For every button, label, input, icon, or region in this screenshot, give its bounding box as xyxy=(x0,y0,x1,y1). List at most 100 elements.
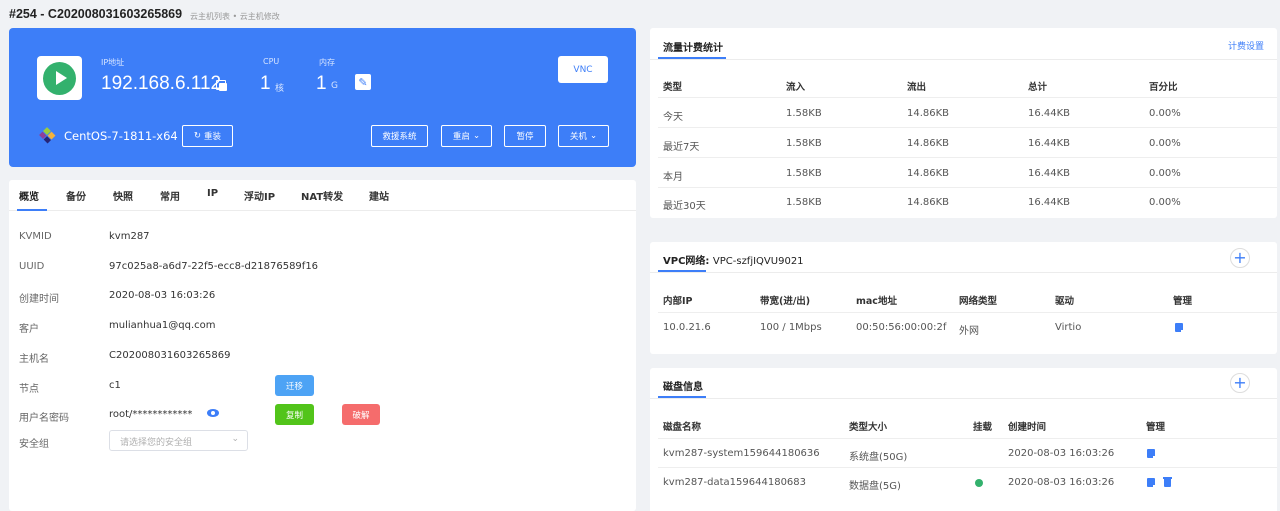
divider xyxy=(650,398,1277,399)
restart-button[interactable]: 重启 ⌄ xyxy=(441,125,492,147)
traffic-cell: 14.86KB xyxy=(907,138,950,149)
mem-value: 1 xyxy=(316,73,327,94)
disk-col-name: 磁盘名称 xyxy=(663,422,702,433)
divider xyxy=(658,467,1277,468)
traffic-cell: 14.86KB xyxy=(907,168,950,179)
uuid-label: UUID xyxy=(19,261,45,272)
divider xyxy=(658,157,1277,158)
migrate-button[interactable]: 迁移 xyxy=(275,375,314,396)
trash-icon[interactable] xyxy=(1163,477,1172,487)
disk-panel: 磁盘信息 + 磁盘名称 类型大小 挂载 创建时间 管理 kvm287-syste… xyxy=(650,368,1277,511)
traffic-cell: 0.00% xyxy=(1149,197,1181,208)
security-group-select[interactable]: 请选择您的安全组 ⌄ xyxy=(109,430,248,451)
breadcrumb[interactable]: 云主机列表 • 云主机修改 xyxy=(190,11,280,22)
traffic-cell: 1.58KB xyxy=(786,108,822,119)
traffic-cell: 0.00% xyxy=(1149,138,1181,149)
traffic-cell: 0.00% xyxy=(1149,108,1181,119)
copy-icon[interactable] xyxy=(216,80,227,91)
tab-overview[interactable]: 概览 xyxy=(19,188,39,203)
kvmid-label: KVMID xyxy=(19,231,52,242)
tab-backup[interactable]: 备份 xyxy=(66,188,86,203)
vpc-col-bandwidth: 带宽(进/出) xyxy=(760,296,811,307)
shutdown-button[interactable]: 关机 ⌄ xyxy=(558,125,609,147)
edit-config-button[interactable]: ✎ xyxy=(355,74,371,90)
centos-logo-icon xyxy=(39,127,56,144)
ip-address: 192.168.6.112 xyxy=(101,73,222,94)
traffic-col-type: 类型 xyxy=(663,82,683,93)
vpc-col-ip: 内部IP xyxy=(663,296,693,307)
edit-icon[interactable] xyxy=(1147,449,1156,459)
play-icon xyxy=(43,61,76,95)
traffic-col-total: 总计 xyxy=(1028,82,1048,93)
hostname-value: C202008031603265869 xyxy=(109,350,231,361)
disk-cell: kvm287-system159644180636 xyxy=(663,448,820,459)
tab-snapshot[interactable]: 快照 xyxy=(113,188,133,203)
traffic-cell: 16.44KB xyxy=(1028,108,1071,119)
crack-button[interactable]: 破解 xyxy=(342,404,380,425)
disk-col-mount: 挂载 xyxy=(973,422,993,433)
traffic-cell: 最近30天 xyxy=(663,201,706,212)
pause-button[interactable]: 暂停 xyxy=(504,125,546,147)
kvmid-value: kvm287 xyxy=(109,231,150,242)
vpc-panel: VPC网络: VPC-szfjIQVU9021 + 内部IP 带宽(进/出) m… xyxy=(650,242,1277,354)
edit-icon[interactable] xyxy=(1147,478,1156,488)
reinstall-button[interactable]: ↻ 重装 xyxy=(182,125,233,147)
chevron-down-icon: ⌄ xyxy=(231,434,239,444)
plus-icon: + xyxy=(1233,248,1247,267)
page-title: #254 - C202008031603265869 xyxy=(9,7,183,21)
disk-cell: 2020-08-03 16:03:26 xyxy=(1008,448,1115,459)
vpc-label: VPC网络: xyxy=(663,256,710,267)
edit-icon[interactable] xyxy=(1175,323,1184,333)
security-group-label: 安全组 xyxy=(19,439,49,450)
traffic-panel: 流量计费统计 计费设置 类型 流入 流出 总计 百分比 今天 1.58KB 14… xyxy=(650,28,1277,218)
traffic-cell: 16.44KB xyxy=(1028,138,1071,149)
tab-floating-ip[interactable]: 浮动IP xyxy=(244,188,275,203)
tab-nat[interactable]: NAT转发 xyxy=(301,188,343,203)
vpc-col-net-type: 网络类型 xyxy=(959,296,998,307)
cpu-value: 1 xyxy=(260,73,271,94)
rescue-button[interactable]: 救援系统 xyxy=(371,125,428,147)
vpc-title: VPC网络: VPC-szfjIQVU9021 xyxy=(663,252,804,267)
divider xyxy=(658,312,1277,313)
vpc-cell: 100 / 1Mbps xyxy=(760,322,822,333)
mem-unit: G xyxy=(331,81,338,91)
copy-button[interactable]: 复制 xyxy=(275,404,314,425)
divider xyxy=(650,59,1277,60)
tab-bar: 概览 备份 快照 常用 IP 浮动IP NAT转发 建站 xyxy=(9,180,636,211)
start-button[interactable] xyxy=(37,56,82,100)
billing-settings-link[interactable]: 计费设置 xyxy=(1228,39,1264,52)
divider xyxy=(658,127,1277,128)
created-value: 2020-08-03 16:03:26 xyxy=(109,290,216,301)
add-disk-button[interactable]: + xyxy=(1230,373,1250,393)
security-group-placeholder: 请选择您的安全组 xyxy=(120,438,193,448)
tab-site[interactable]: 建站 xyxy=(369,188,389,203)
tab-common[interactable]: 常用 xyxy=(160,188,180,203)
chevron-down-icon: ⌄ xyxy=(589,131,598,141)
disk-cell: 数据盘(5G) xyxy=(849,481,901,492)
vpc-cell: 外网 xyxy=(959,326,979,337)
disk-cell: kvm287-data159644180683 xyxy=(663,477,807,488)
traffic-col-out: 流出 xyxy=(907,82,927,93)
tab-ip[interactable]: IP xyxy=(207,188,218,199)
vpc-cell: 10.0.21.6 xyxy=(663,322,711,333)
disk-title: 磁盘信息 xyxy=(663,382,703,393)
eye-icon[interactable] xyxy=(207,409,219,417)
add-vpc-button[interactable]: + xyxy=(1230,248,1250,268)
disk-col-created: 创建时间 xyxy=(1008,422,1047,433)
traffic-cell: 16.44KB xyxy=(1028,197,1071,208)
mem-label: 内存 xyxy=(319,58,335,67)
vpc-cell: 00:50:56:00:00:2f xyxy=(856,322,947,333)
active-tab-indicator xyxy=(17,209,47,211)
pencil-icon: ✎ xyxy=(358,75,368,89)
cpu-label: CPU xyxy=(263,57,280,66)
cpu-unit: 核 xyxy=(275,84,285,94)
vpc-col-driver: 驱动 xyxy=(1055,296,1075,307)
traffic-cell: 今天 xyxy=(663,112,683,123)
node-label: 节点 xyxy=(19,384,39,395)
overview-panel: 概览 备份 快照 常用 IP 浮动IP NAT转发 建站 KVMID kvm28… xyxy=(9,180,636,511)
reinstall-label: 重装 xyxy=(204,132,222,142)
disk-col-manage: 管理 xyxy=(1146,422,1166,433)
refresh-icon: ↻ xyxy=(193,131,202,141)
credentials-label: 用户名密码 xyxy=(19,413,69,424)
vnc-button[interactable]: VNC xyxy=(558,56,608,83)
